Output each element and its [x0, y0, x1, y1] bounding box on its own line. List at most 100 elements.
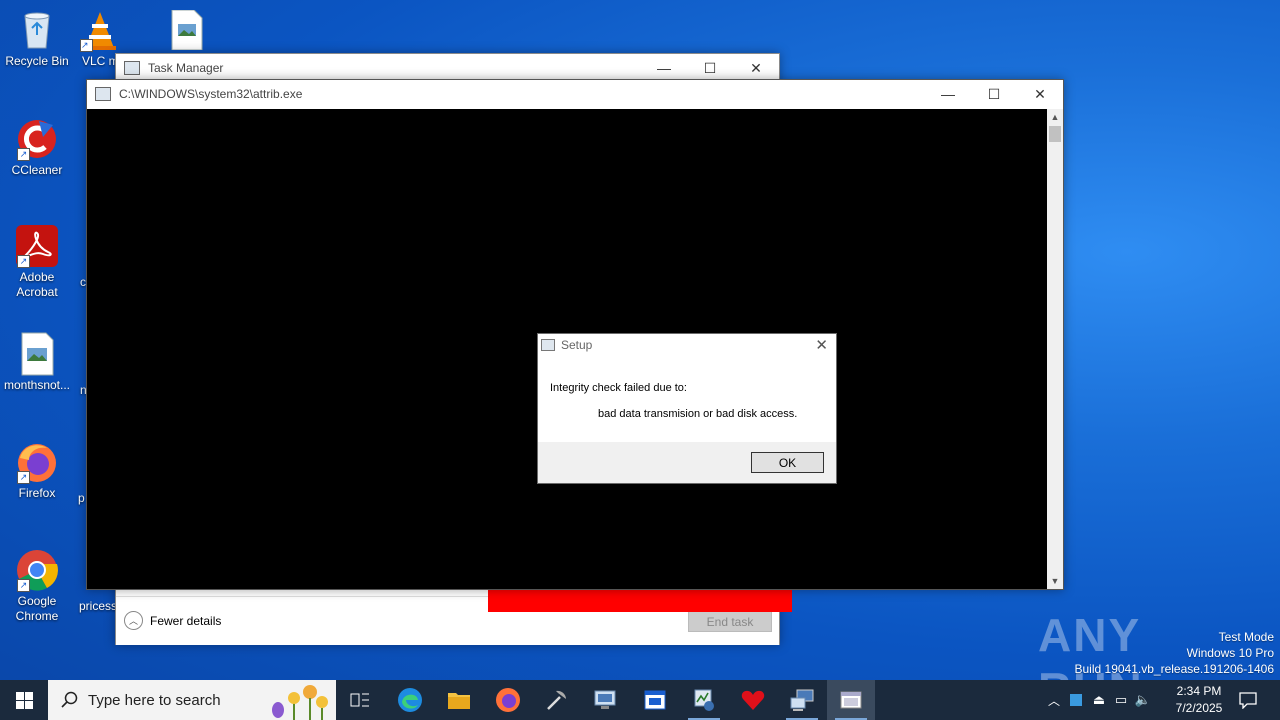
taskbar-file-explorer[interactable]: [435, 680, 483, 720]
test-mode-label: Test Mode: [1218, 630, 1274, 644]
taskbar-edge[interactable]: [386, 680, 434, 720]
desktop-icon-google-chrome[interactable]: ↗ Google Chrome: [0, 548, 74, 624]
desktop-icon-label: Firefox: [18, 486, 56, 500]
volume-icon[interactable]: 🔈: [1132, 692, 1154, 708]
task-view-icon: [350, 693, 369, 707]
recycle-bin-icon: [15, 8, 59, 52]
maximize-button[interactable]: ☐: [971, 80, 1017, 108]
end-task-button[interactable]: End task: [688, 611, 772, 632]
build-label: Build 19041.vb_release.191206-1406: [1074, 662, 1275, 676]
taskbar-heart-app[interactable]: [729, 680, 777, 720]
fewer-details-label: Fewer details: [150, 613, 222, 628]
desktop-icon-ccleaner[interactable]: ↗ CCleaner: [0, 117, 74, 178]
window-app-icon: [644, 690, 666, 710]
clock-date: 7/2/2025: [1175, 701, 1223, 715]
task-view-button[interactable]: [336, 680, 384, 720]
hammer-pick-icon: [547, 690, 566, 710]
start-button[interactable]: [0, 680, 48, 720]
fewer-details-button[interactable]: ︿ Fewer details: [124, 611, 221, 630]
task-manager-titlebar[interactable]: Task Manager — ☐ ✕: [116, 54, 779, 82]
console-icon: [95, 87, 111, 101]
chevron-up-icon[interactable]: ︿: [1044, 692, 1064, 709]
shortcut-arrow-icon: ↗: [17, 471, 30, 484]
desktop-icon-label: monthsnot...: [3, 378, 71, 392]
desktop-icon-label: CCleaner: [11, 163, 63, 177]
desktop-icon-label: Google Chrome: [15, 594, 59, 623]
heart-icon: [741, 690, 765, 710]
search-icon: [61, 691, 78, 708]
ok-button[interactable]: OK: [751, 452, 824, 473]
task-manager-icon: [124, 61, 140, 75]
shortcut-arrow-icon: ↗: [17, 255, 30, 268]
shortcut-arrow-icon: ↗: [80, 39, 93, 52]
computer-network-icon: [790, 689, 814, 711]
clock-time: 2:34 PM: [1176, 684, 1222, 698]
maximize-button[interactable]: ☐: [687, 54, 733, 82]
setup-dialog-title: Setup: [561, 338, 593, 352]
scrollbar-thumb[interactable]: [1049, 126, 1061, 142]
console-scrollbar[interactable]: ▲ ▼: [1047, 109, 1063, 589]
chevron-up-icon: ︿: [124, 611, 143, 630]
taskbar-tool-app[interactable]: [533, 680, 581, 720]
desktop-icon-recycle-bin[interactable]: Recycle Bin: [0, 8, 74, 69]
desktop-icon-firefox[interactable]: ↗ Firefox: [0, 440, 74, 501]
scroll-down-icon[interactable]: ▼: [1047, 573, 1063, 589]
network-icon[interactable]: ▭: [1110, 692, 1132, 708]
desktop-icon-label: Adobe Acrobat: [16, 270, 58, 299]
dialog-footer: OK: [538, 442, 836, 483]
dialog-message-line1: Integrity check failed due to:: [550, 382, 687, 394]
taskbar: Type here to search ︿ ⏏ ▭ 🔈 2:34 PM 7/2/…: [0, 680, 1280, 720]
search-placeholder: Type here to search: [88, 692, 221, 709]
firefox-icon: ↗: [15, 440, 59, 484]
taskbar-search-box[interactable]: Type here to search: [48, 680, 336, 720]
windows-logo-icon: [15, 691, 33, 709]
setup-dialog-titlebar[interactable]: Setup: [538, 334, 836, 356]
setup-icon: [541, 339, 555, 351]
close-button[interactable]: ✕: [1017, 80, 1063, 108]
close-icon[interactable]: ✕: [815, 336, 828, 354]
defender-icon[interactable]: [1070, 694, 1082, 706]
close-button[interactable]: ✕: [733, 54, 779, 82]
red-overlay-block: [488, 588, 792, 612]
desktop-icon-label: Recycle Bin: [5, 54, 69, 68]
notifications-button[interactable]: [1224, 680, 1272, 720]
taskbar-network-app[interactable]: [582, 680, 630, 720]
console-title: C:\WINDOWS\system32\attrib.exe: [119, 87, 303, 101]
shortcut-arrow-icon: ↗: [17, 579, 30, 592]
usb-icon[interactable]: ⏏: [1088, 692, 1110, 708]
taskbar-firefox[interactable]: [484, 680, 532, 720]
console-window-icon: [840, 691, 862, 709]
firefox-icon: [496, 688, 520, 712]
edge-icon: [398, 688, 422, 712]
chrome-icon: ↗: [15, 548, 59, 592]
image-file-icon[interactable]: [170, 9, 204, 51]
taskbar-clock[interactable]: 2:34 PM 7/2/2025: [1166, 683, 1232, 717]
image-file-icon: [15, 332, 59, 376]
system-tray: ︿ ⏏ ▭ 🔈: [1044, 680, 1164, 720]
vlc-icon: ↗: [78, 8, 122, 52]
windows-edition-label: Windows 10 Pro: [1186, 646, 1274, 660]
taskbar-console[interactable]: [827, 680, 875, 720]
task-manager-icon: [694, 689, 714, 711]
taskbar-window-app[interactable]: [631, 680, 679, 720]
taskbar-remote-app[interactable]: [778, 680, 826, 720]
taskbar-task-manager[interactable]: [680, 680, 728, 720]
minimize-button[interactable]: —: [641, 54, 687, 82]
minimize-button[interactable]: —: [925, 80, 971, 108]
notification-icon: [1239, 692, 1257, 709]
windows-watermark: Test Mode Windows 10 Pro Build 19041.vb_…: [1075, 629, 1275, 677]
task-manager-title: Task Manager: [148, 61, 224, 75]
clipped-desktop-label: p: [78, 491, 85, 505]
desktop-icon-adobe-acrobat[interactable]: ↗ Adobe Acrobat: [0, 224, 74, 300]
search-highlight-flowers-icon: [272, 685, 328, 720]
folder-icon: [448, 693, 470, 709]
adobe-acrobat-icon: ↗: [15, 224, 59, 268]
desktop-icon-monthsnot[interactable]: monthsnot...: [0, 332, 74, 393]
scroll-up-icon[interactable]: ▲: [1047, 109, 1063, 125]
console-titlebar[interactable]: C:\WINDOWS\system32\attrib.exe — ☐ ✕: [87, 80, 1063, 108]
end-task-label: End task: [706, 614, 754, 629]
dialog-message-line2: bad data transmision or bad disk access.: [598, 408, 798, 420]
shortcut-arrow-icon: ↗: [17, 148, 30, 161]
setup-dialog[interactable]: Setup ✕ Integrity check failed due to: b…: [537, 333, 837, 484]
monitor-icon: [594, 690, 616, 709]
